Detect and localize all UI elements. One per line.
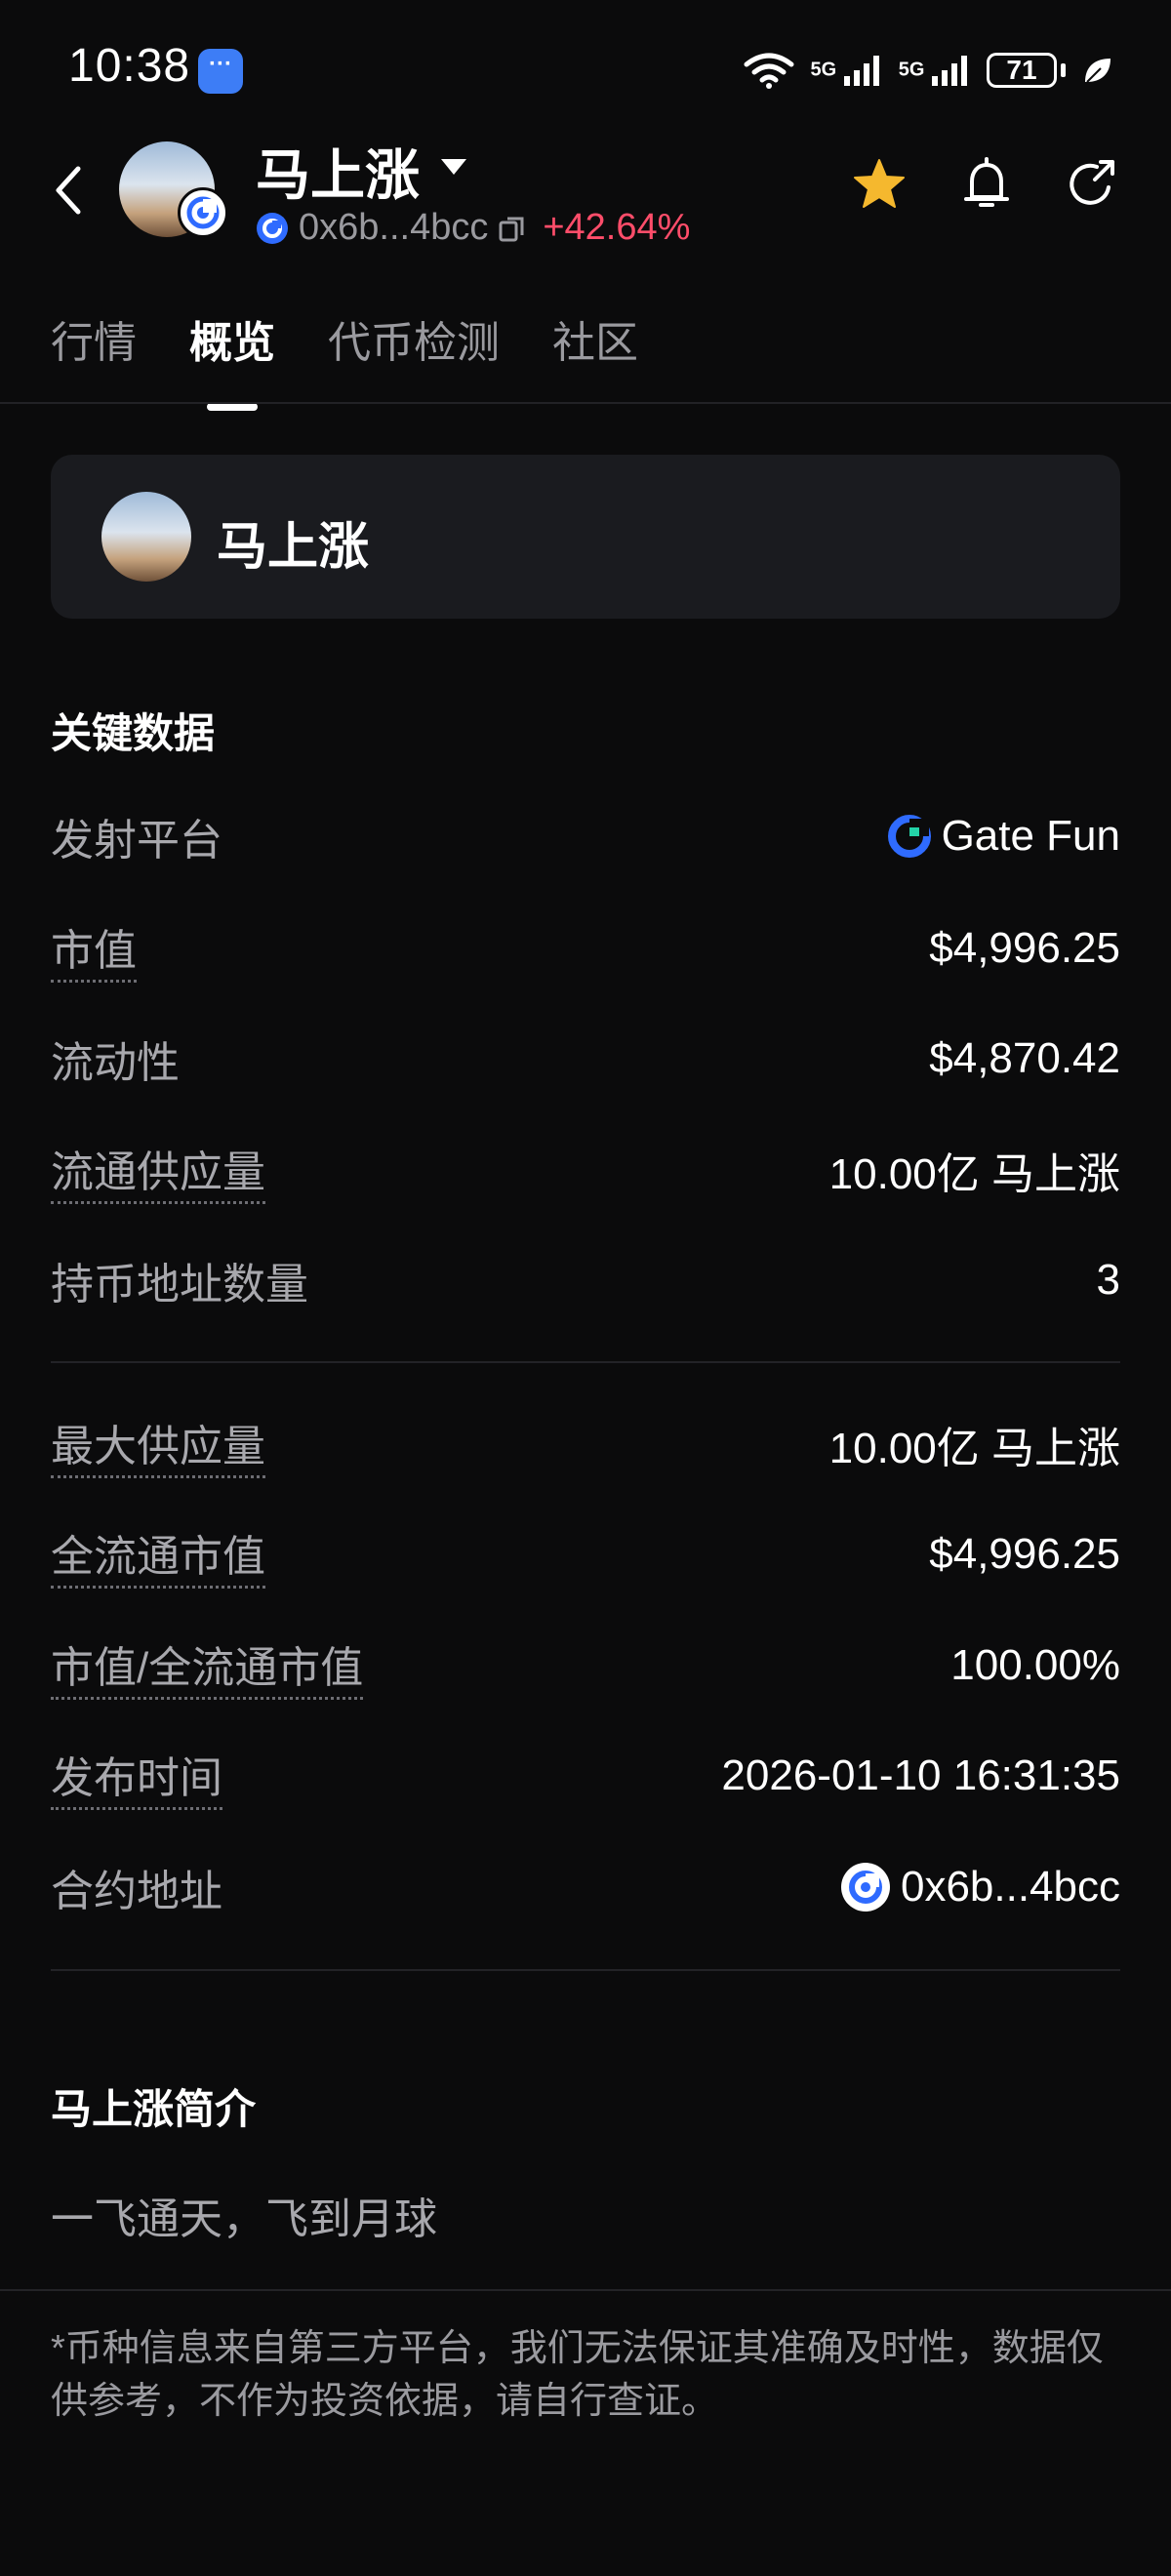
copy-icon[interactable] [498,214,527,243]
row-label: 流动性 [51,1039,180,1087]
row-holders: 持币地址数量 3 [51,1246,1120,1314]
token-title[interactable]: 马上涨 [256,132,420,211]
row-circulating-supply: 流通供应量 10.00亿 马上涨 [51,1136,1120,1204]
status-time: 10:38 [68,40,191,92]
bell-icon[interactable] [960,156,1013,213]
tab-token-check[interactable]: 代币检测 [328,307,500,370]
header-actions [851,156,1118,213]
tab-bar: 行情 概览 代币检测 社区 [51,307,638,370]
cell-signal-1-icon: 5G [811,53,883,88]
cell-signal-2-icon: 5G [899,53,971,88]
share-icon[interactable] [1066,156,1118,213]
wifi-icon [744,53,793,89]
key-data-title: 关键数据 [51,710,216,756]
message-notification-icon [198,49,243,94]
chain-logo-icon [840,1863,890,1912]
intro-text: 一飞通天，飞到月球 [51,2195,437,2243]
token-card-name: 马上涨 [217,519,370,576]
row-max-supply: 最大供应量 10.00亿 马上涨 [51,1410,1120,1478]
tabs-divider [0,402,1171,404]
row-liquidity: 流动性 $4,870.42 [51,1025,1120,1093]
disclaimer-text: *币种信息来自第三方平台，我们无法保证其准确及时性，数据仅供参考，不作为投资依据… [51,2328,1104,2422]
row-value: $4,996.25 [929,924,1120,972]
row-value: 100.00% [950,1641,1120,1689]
row-market-cap: 市值 $4,996.25 [51,914,1120,983]
row-value: $4,996.25 [929,1530,1120,1578]
tab-market[interactable]: 行情 [51,307,137,370]
status-bar: 10:38 5G 5G 71 [0,0,1171,137]
row-value: $4,870.42 [929,1034,1120,1082]
row-mcap-fdv-ratio: 市值/全流通市值 100.00% [51,1631,1120,1700]
chain-logo-icon [257,212,288,244]
intro-title: 马上涨简介 [51,2086,257,2132]
signal2-label: 5G [898,59,925,81]
footer-divider [0,2289,1171,2291]
star-icon[interactable] [851,156,908,213]
tab-overview[interactable]: 概览 [189,307,275,370]
row-release-time: 发布时间 2026-01-10 16:31:35 [51,1742,1120,1810]
leaf-icon [1085,59,1110,83]
contract-address-short: 0x6b...4bcc [299,207,489,248]
contract-address-value: 0x6b...4bcc [900,1863,1120,1911]
back-arrow-icon[interactable] [51,161,90,220]
row-label: 合约地址 [51,1868,222,1915]
row-launch-platform: 发射平台 Gate Fun [51,802,1120,870]
row-value: 2026-01-10 16:31:35 [721,1751,1120,1799]
row-label: 发射平台 [51,817,222,865]
signal1-label: 5G [810,59,837,81]
row-label[interactable]: 市值/全流通市值 [51,1632,364,1700]
gate-fun-logo-icon [887,815,931,858]
battery-level: 71 [1006,55,1037,85]
row-label[interactable]: 发布时间 [51,1743,222,1810]
token-card: 马上涨 [51,455,1120,619]
row-value: 10.00亿 马上涨 [828,1150,1120,1198]
battery-cap [1061,63,1066,77]
section-divider [51,1361,1120,1363]
tab-community[interactable]: 社区 [552,307,638,370]
row-label[interactable]: 全流通市值 [51,1521,265,1589]
token-card-avatar [101,492,191,582]
row-value: 3 [1096,1256,1120,1304]
dropdown-caret-icon[interactable] [441,159,466,175]
gate-fun-badge-icon [178,187,228,238]
row-value[interactable]: 0x6b...4bcc [840,1862,1120,1912]
price-change: +42.64% [543,207,691,248]
row-fdv: 全流通市值 $4,996.25 [51,1520,1120,1589]
row-contract-address: 合约地址 0x6b...4bcc [51,1853,1120,1921]
launch-platform-value: Gate Fun [941,812,1120,860]
row-label[interactable]: 市值 [51,915,137,983]
section-divider [51,1969,1120,1971]
row-label: 持币地址数量 [51,1261,308,1308]
row-label[interactable]: 最大供应量 [51,1411,265,1478]
row-label[interactable]: 流通供应量 [51,1137,265,1204]
address-row: 0x6b...4bcc +42.64% [256,207,690,249]
row-value: 10.00亿 马上涨 [828,1425,1120,1472]
status-icons: 5G 5G 71 [743,45,1113,96]
battery-icon: 71 [987,53,1057,88]
row-value: Gate Fun [887,812,1120,861]
